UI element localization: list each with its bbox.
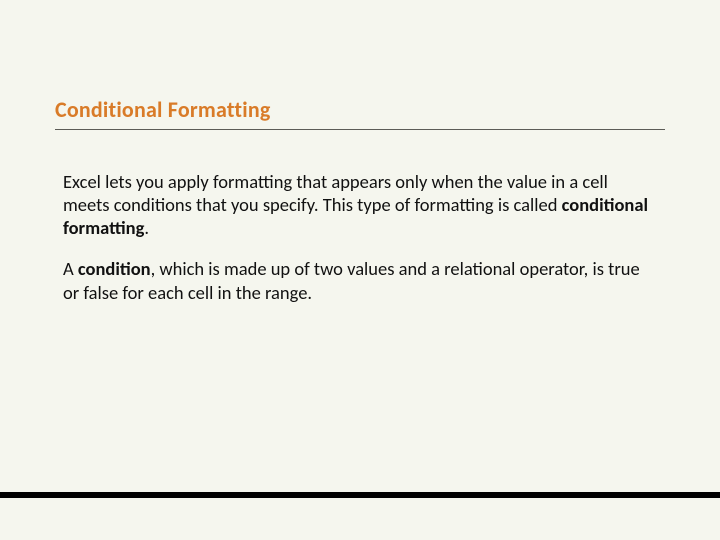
slide: Conditional Formatting Excel lets you ap… <box>0 0 720 540</box>
p1-text-2: . <box>144 216 149 239</box>
p2-text-1: A <box>63 257 78 280</box>
slide-body: Excel lets you apply formatting that app… <box>63 170 657 304</box>
p2-bold-1: condition <box>78 257 151 280</box>
slide-title: Conditional Formatting <box>55 96 665 123</box>
paragraph-1: Excel lets you apply formatting that app… <box>63 170 657 239</box>
p1-text-1: Excel lets you apply formatting that app… <box>63 170 608 216</box>
bottom-divider <box>0 492 720 498</box>
paragraph-2: A condition, which is made up of two val… <box>63 257 657 303</box>
title-container: Conditional Formatting <box>55 96 665 130</box>
